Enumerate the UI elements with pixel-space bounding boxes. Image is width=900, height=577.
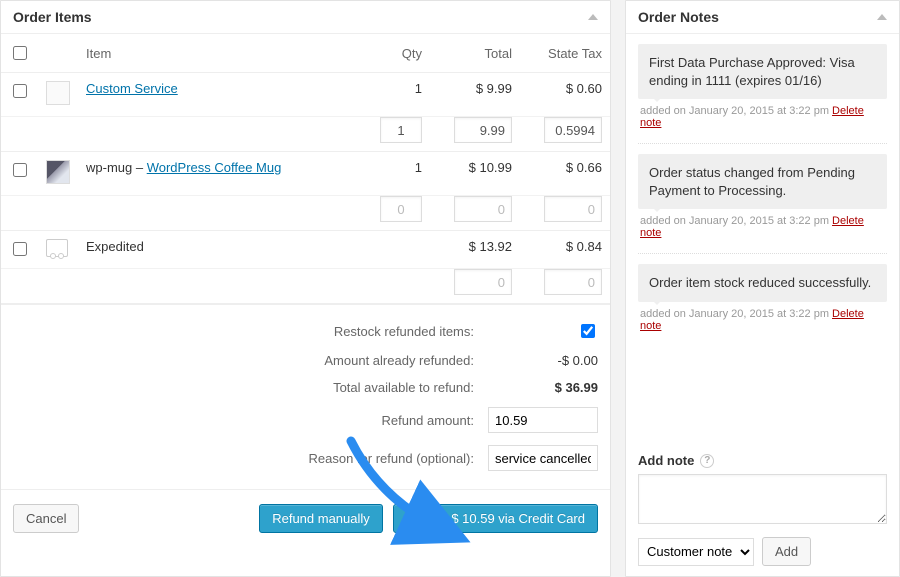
shipping-row: Expedited $ 13.92 $ 0.84: [1, 231, 610, 269]
available-refund-value: $ 36.99: [488, 380, 598, 395]
order-note: Order item stock reduced successfully.: [638, 264, 887, 302]
refund-summary: Restock refunded items: Amount already r…: [1, 304, 610, 489]
add-note-label: Add note: [638, 453, 694, 468]
product-thumb: [46, 160, 70, 184]
cell-total: $ 13.92: [430, 231, 520, 269]
already-refunded-value: -$ 0.00: [488, 353, 598, 368]
refund-tax-input[interactable]: [544, 196, 602, 222]
cell-tax: $ 0.60: [520, 73, 610, 117]
refund-amount-input[interactable]: [488, 407, 598, 433]
order-note: Order status changed from Pending Paymen…: [638, 154, 887, 209]
col-item: Item: [78, 34, 360, 73]
product-sku: wp-mug –: [86, 160, 147, 175]
table-row-inputs: [1, 196, 610, 231]
refund-via-gateway-button[interactable]: Refund $ 10.59 via Credit Card: [393, 504, 598, 533]
table-row: Custom Service 1 $ 9.99 $ 0.60: [1, 73, 610, 117]
refund-qty-input[interactable]: [380, 196, 422, 222]
order-note-meta: added on January 20, 2015 at 3:22 pm Del…: [638, 103, 887, 144]
product-thumb-placeholder: [46, 81, 70, 105]
order-notes-list: First Data Purchase Approved: Visa endin…: [626, 34, 899, 443]
refund-buttons: Cancel Refund manually Refund $ 10.59 vi…: [1, 489, 610, 547]
col-total: Total: [430, 34, 520, 73]
shipping-name: Expedited: [78, 231, 360, 269]
order-items-header: Order Items: [1, 1, 610, 34]
col-tax: State Tax: [520, 34, 610, 73]
order-items-title: Order Items: [13, 9, 92, 25]
note-type-select[interactable]: Customer note: [638, 538, 754, 566]
refund-total-input[interactable]: [454, 269, 512, 295]
row-checkbox[interactable]: [13, 84, 27, 98]
refund-reason-input[interactable]: [488, 445, 598, 471]
product-link[interactable]: WordPress Coffee Mug: [147, 160, 282, 175]
row-checkbox[interactable]: [13, 242, 27, 256]
refund-qty-input[interactable]: [380, 117, 422, 143]
restock-checkbox[interactable]: [581, 324, 595, 338]
available-refund-label: Total available to refund:: [333, 380, 474, 395]
help-icon[interactable]: ?: [700, 454, 714, 468]
refund-amount-label: Refund amount:: [381, 413, 474, 428]
refund-tax-input[interactable]: [544, 117, 602, 143]
cell-tax: $ 0.66: [520, 152, 610, 196]
order-note-meta: added on January 20, 2015 at 3:22 pm Del…: [638, 213, 887, 254]
order-items-panel: Order Items Item Qty Total State Tax: [0, 0, 611, 577]
cell-tax: $ 0.84: [520, 231, 610, 269]
cell-qty: 1: [360, 73, 430, 117]
product-link[interactable]: Custom Service: [86, 81, 178, 96]
table-row: wp-mug – WordPress Coffee Mug 1 $ 10.99 …: [1, 152, 610, 196]
refund-total-input[interactable]: [454, 117, 512, 143]
shipping-row-inputs: [1, 269, 610, 304]
order-notes-panel: Order Notes First Data Purchase Approved…: [625, 0, 900, 577]
collapse-icon[interactable]: [588, 14, 598, 20]
cell-qty: 1: [360, 152, 430, 196]
restock-label: Restock refunded items:: [334, 324, 474, 339]
order-notes-title: Order Notes: [638, 9, 719, 25]
collapse-icon[interactable]: [877, 14, 887, 20]
shipping-icon: [46, 239, 68, 257]
refund-manually-button[interactable]: Refund manually: [259, 504, 383, 533]
cell-total: $ 10.99: [430, 152, 520, 196]
add-note-button[interactable]: Add: [762, 537, 811, 566]
col-qty: Qty: [360, 34, 430, 73]
add-note-textarea[interactable]: [638, 474, 887, 524]
already-refunded-label: Amount already refunded:: [324, 353, 474, 368]
order-note-meta: added on January 20, 2015 at 3:22 pm Del…: [638, 306, 887, 346]
add-note-section: Add note ? Customer note Add: [626, 443, 899, 576]
cancel-button[interactable]: Cancel: [13, 504, 79, 533]
table-row-inputs: [1, 117, 610, 152]
refund-tax-input[interactable]: [544, 269, 602, 295]
row-checkbox[interactable]: [13, 163, 27, 177]
order-note: First Data Purchase Approved: Visa endin…: [638, 44, 887, 99]
refund-total-input[interactable]: [454, 196, 512, 222]
order-items-table: Item Qty Total State Tax Custom Service …: [1, 34, 610, 304]
cell-total: $ 9.99: [430, 73, 520, 117]
select-all-checkbox[interactable]: [13, 46, 27, 60]
refund-reason-label: Reason for refund (optional):: [309, 451, 474, 466]
order-notes-header: Order Notes: [626, 1, 899, 34]
